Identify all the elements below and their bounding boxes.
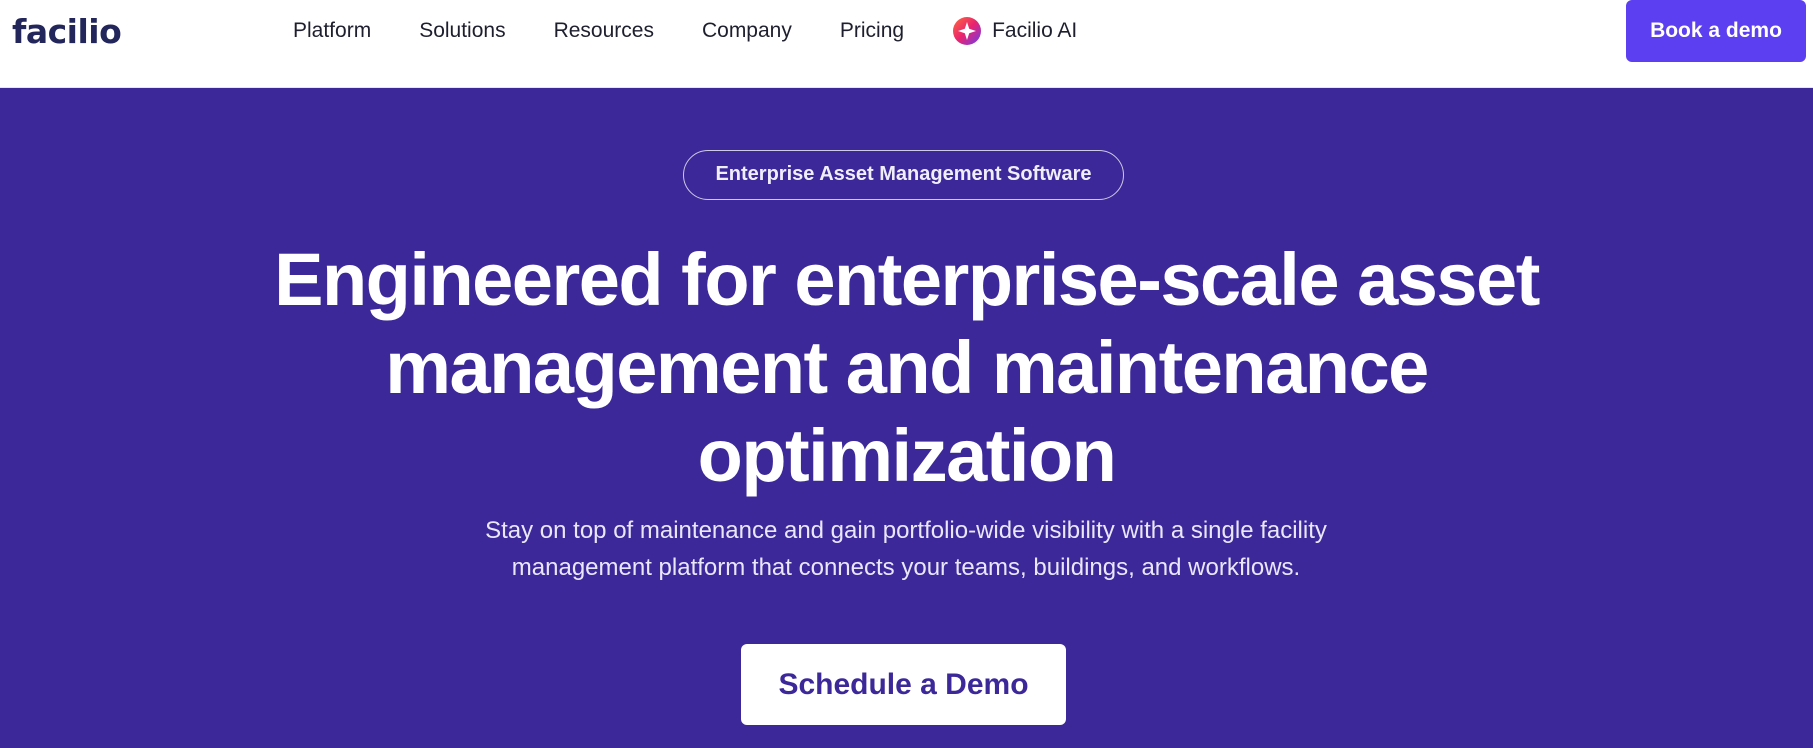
schedule-demo-button[interactable]: Schedule a Demo xyxy=(741,644,1066,725)
nav-item-resources[interactable]: Resources xyxy=(554,0,654,62)
nav-item-platform[interactable]: Platform xyxy=(293,0,371,62)
main-nav: Platform Solutions Resources Company Pri… xyxy=(293,0,1077,62)
top-navigation-bar: facilio Platform Solutions Resources Com… xyxy=(0,0,1813,88)
book-demo-button[interactable]: Book a demo xyxy=(1626,0,1806,62)
headline-line: optimization xyxy=(697,414,1117,497)
hero-headline: Engineered for enterprise-scale asset ma… xyxy=(150,236,1663,500)
hero-section: Enterprise Asset Management Software Eng… xyxy=(0,88,1813,748)
facilio-logo[interactable]: facilio xyxy=(12,10,122,54)
subtext-line: Stay on top of maintenance and gain port… xyxy=(485,517,1327,544)
nav-item-company[interactable]: Company xyxy=(702,0,792,62)
hero-subtext: Stay on top of maintenance and gain port… xyxy=(406,512,1406,586)
headline-line: management and maintenance xyxy=(385,326,1429,409)
sparkle-icon xyxy=(953,17,982,45)
nav-item-facilio-ai[interactable]: Facilio AI xyxy=(952,0,1077,62)
headline-line: Engineered for enterprise-scale asset xyxy=(274,238,1540,321)
subtext-line: management platform that connects your t… xyxy=(511,554,1301,581)
nav-item-pricing[interactable]: Pricing xyxy=(840,0,904,62)
nav-item-solutions[interactable]: Solutions xyxy=(419,0,505,62)
category-badge: Enterprise Asset Management Software xyxy=(683,150,1124,200)
facilio-ai-label: Facilio AI xyxy=(992,19,1078,42)
